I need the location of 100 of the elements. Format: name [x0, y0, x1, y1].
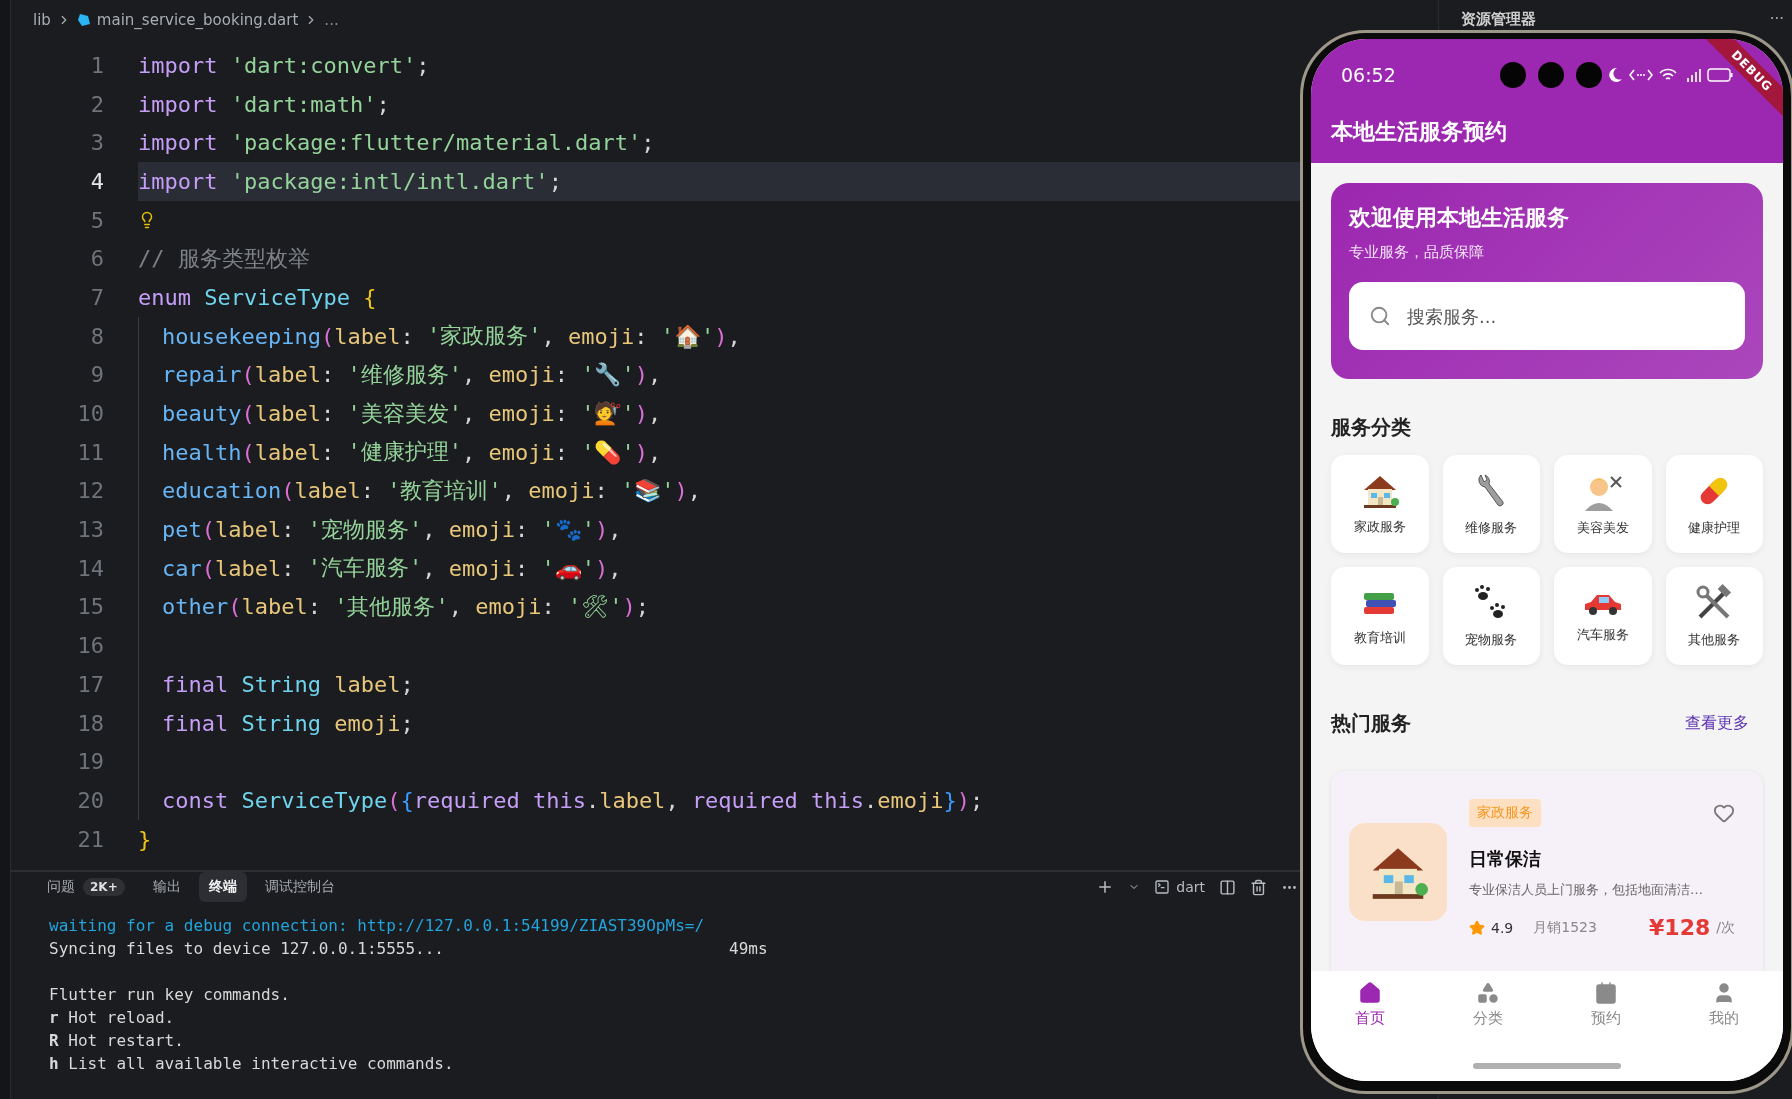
status-time: 06:52	[1341, 64, 1396, 86]
line-number: 15	[76, 594, 104, 620]
breadcrumb-item[interactable]: lib	[33, 11, 51, 29]
home-icon	[1358, 981, 1382, 1005]
line-number: 12	[76, 478, 104, 504]
see-more-link[interactable]: 查看更多	[1685, 712, 1749, 734]
moon-icon	[1607, 67, 1623, 83]
panel-tab[interactable]: 终端	[198, 872, 247, 902]
line-number: 11	[76, 439, 104, 465]
panel-tab[interactable]: 问题 2K+	[37, 872, 135, 902]
code-icon	[1629, 68, 1653, 82]
nav-item[interactable]: 分类	[1429, 981, 1547, 1039]
line-number: 2	[89, 91, 104, 117]
code-text: beauty(label: '美容美发', emoji: '💇'),	[162, 399, 662, 429]
line-number: 20	[76, 787, 104, 813]
service-card[interactable]: 家政服务 日常保洁 专业保洁人员上门服务，包括地面清洁… 4.9 月销1523 ¥128 /次	[1331, 771, 1763, 971]
category-tile[interactable]: 健康护理	[1665, 455, 1763, 553]
nav-item[interactable]: 我的	[1665, 981, 1783, 1039]
app-title: 本地生活服务预约	[1331, 118, 1507, 146]
code-text: health(label: '健康护理', emoji: '💊'),	[162, 438, 662, 467]
code-text: housekeeping(label: '家政服务', emoji: '🏠'),	[162, 322, 741, 351]
line-number: 7	[89, 284, 104, 310]
terminal-icon	[1154, 879, 1171, 895]
line-number: 5	[89, 207, 104, 233]
nav-item[interactable]: 预约	[1547, 981, 1665, 1039]
category-tile[interactable]: 美容美发	[1554, 455, 1652, 553]
search-input[interactable]: 搜索服务...	[1407, 305, 1725, 327]
line-number: 10	[76, 401, 104, 427]
category-tile[interactable]: 维修服务	[1442, 455, 1540, 553]
category-tile[interactable]: 汽车服务	[1554, 567, 1652, 665]
panel-tab[interactable]: 调试控制台	[254, 872, 345, 902]
terminal-timing: 49ms	[729, 938, 768, 960]
category-tag: 家政服务	[1469, 799, 1541, 827]
code-text: import 'package:intl/intl.dart';	[138, 168, 562, 194]
section-title: 热门服务	[1331, 710, 1411, 737]
category-tile[interactable]: 其他服务	[1665, 567, 1763, 665]
code-text: }	[138, 826, 152, 852]
terminal-line: Flutter run key commands.	[49, 984, 290, 1006]
calendar-icon	[1594, 981, 1618, 1005]
line-number: 3	[89, 130, 104, 156]
search-icon	[1369, 305, 1391, 327]
service-description: 专业保洁人员上门服务，包括地面清洁…	[1469, 881, 1704, 899]
more-button[interactable]: ···	[1769, 10, 1784, 28]
code-text: const ServiceType({required this.label, required this.emoji});	[162, 787, 984, 813]
line-number: 6	[89, 246, 104, 272]
split-icon[interactable]	[1219, 878, 1236, 896]
line-number: 13	[76, 517, 104, 543]
code-text: enum ServiceType {	[138, 284, 377, 310]
breadcrumb-item[interactable]: main_service_booking.dart	[96, 11, 299, 29]
sales-count: 月销1523	[1533, 918, 1597, 937]
star-icon	[1469, 919, 1485, 936]
category-tile[interactable]: 家政服务	[1331, 455, 1429, 553]
battery-icon	[1707, 68, 1733, 82]
count-badge: 2K+	[83, 878, 125, 896]
terminal-line: r Hot reload.	[49, 1007, 175, 1029]
category-tile[interactable]: 教育培训	[1331, 567, 1429, 665]
welcome-subtitle: 专业服务，品质保障	[1349, 243, 1485, 262]
code-text: pet(label: '宠物服务', emoji: '🐾'),	[162, 515, 622, 545]
line-number: 21	[76, 826, 104, 852]
code-text: repair(label: '维修服务', emoji: '🔧'),	[162, 360, 662, 390]
code-text: import 'package:flutter/material.dart';	[138, 130, 655, 156]
line-number: 17	[76, 671, 104, 697]
code-text: // 服务类型枚举	[138, 244, 310, 273]
trash-icon[interactable]	[1250, 878, 1267, 896]
terminal-line: R Hot restart.	[49, 1030, 184, 1052]
section-title: 服务分类	[1331, 414, 1412, 441]
terminal-line: waiting for a debug connection: http://127.0.0.1:54199/ZIAST39OpMs=/	[49, 915, 705, 937]
code-text: import 'dart:math';	[138, 91, 390, 117]
line-number: 19	[76, 749, 104, 775]
line-number: 18	[76, 710, 104, 736]
category-tile[interactable]: 宠物服务	[1442, 567, 1540, 665]
code-text: other(label: '其他服务', emoji: '🛠');	[162, 592, 649, 622]
welcome-title: 欢迎使用本地生活服务	[1349, 204, 1570, 232]
panel-title: 资源管理器	[1461, 10, 1536, 29]
panel-tab[interactable]: 输出	[142, 872, 191, 902]
price-unit: /次	[1716, 918, 1735, 937]
line-number: 8	[89, 323, 104, 349]
line-number: 14	[76, 555, 104, 581]
rating: 4.9	[1491, 919, 1514, 936]
line-number: 16	[76, 633, 104, 659]
nav-item[interactable]: 首页	[1311, 981, 1429, 1039]
service-title: 日常保洁	[1469, 847, 1542, 871]
shell-button[interactable]: dart	[1154, 879, 1205, 895]
line-number: 1	[89, 52, 104, 78]
terminal-line: h List all available interactive commands.	[49, 1053, 454, 1075]
code-text: final String label;	[162, 671, 414, 697]
breadcrumb-item[interactable]: ...	[324, 11, 339, 29]
heart-icon[interactable]	[1713, 802, 1735, 824]
search-field[interactable]: 搜索服务...	[1349, 282, 1745, 350]
line-number: 4	[89, 168, 104, 194]
shapes-icon	[1476, 981, 1500, 1005]
wifi-icon	[1659, 68, 1677, 82]
terminal-line: Syncing files to device 127.0.0.1:5555...	[49, 938, 445, 960]
code-text: car(label: '汽车服务', emoji: '🚗'),	[162, 554, 622, 583]
dart-file-icon	[76, 13, 91, 27]
code-text: final String emoji;	[162, 710, 414, 736]
line-number: 9	[89, 362, 104, 388]
price: ¥128	[1649, 915, 1711, 940]
code-text: import 'dart:convert';	[138, 52, 430, 78]
code-text: education(label: '教育培训', emoji: '📚'),	[162, 476, 701, 506]
